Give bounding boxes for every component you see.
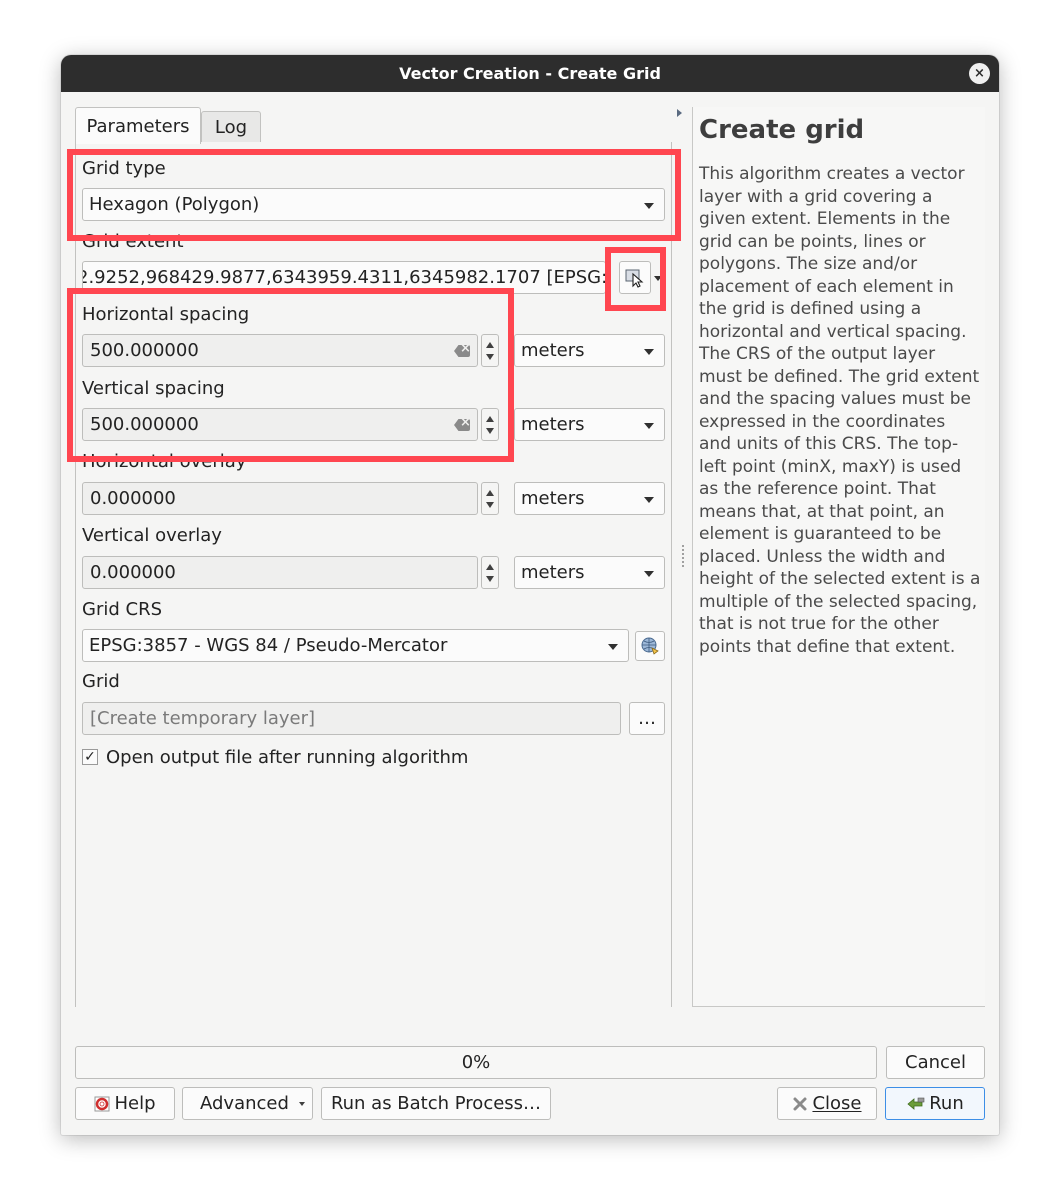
run-batch-button[interactable]: Run as Batch Process… [321, 1087, 551, 1120]
help-panel: Create grid This algorithm creates a vec… [692, 107, 985, 1007]
title-bar: Vector Creation - Create Grid [61, 55, 999, 92]
close-icon: × [974, 66, 985, 81]
horizontal-spacing-unit: meters [521, 340, 585, 361]
horizontal-overlay-value: 0.000000 [90, 488, 176, 509]
tab-parameters-label: Parameters [86, 115, 190, 137]
tab-parameters[interactable]: Parameters [75, 107, 201, 144]
chevron-down-icon [608, 644, 618, 650]
checkmark-icon: ✓ [84, 749, 96, 765]
help-lifebuoy-icon [94, 1096, 110, 1111]
chevron-down-icon [644, 423, 654, 429]
progress-bar: 0% [75, 1046, 877, 1079]
vertical-overlay-unit: meters [521, 562, 585, 583]
run-button[interactable]: Run [885, 1087, 985, 1120]
run-gear-arrow-icon [907, 1097, 925, 1110]
crs-globe-icon [641, 637, 659, 655]
close-button[interactable]: Close [777, 1087, 877, 1120]
grid-extent-value: 2.9252,968429.9877,6343959.4311,6345982.… [82, 267, 605, 288]
run-label: Run [929, 1093, 964, 1114]
progress-label: 0% [461, 1052, 491, 1073]
horizontal-overlay-input[interactable]: 0.000000 [82, 482, 478, 515]
cancel-button[interactable]: Cancel [886, 1046, 985, 1079]
close-window-button[interactable]: × [969, 63, 990, 84]
grid-crs-value: EPSG:3857 - WGS 84 / Pseudo-Mercator [89, 635, 448, 656]
help-text: This algorithm creates a vector layer wi… [699, 164, 981, 657]
advanced-button[interactable]: Advanced [182, 1087, 313, 1120]
horizontal-overlay-unit-combo[interactable]: meters [514, 482, 665, 515]
highlight-spacing [67, 288, 514, 462]
open-output-checkbox[interactable]: ✓ [82, 749, 98, 765]
grid-output-input[interactable]: [Create temporary layer] [82, 702, 621, 735]
open-output-label: Open output file after running algorithm [106, 747, 469, 768]
grid-output-label: Grid [82, 671, 120, 692]
vertical-overlay-value: 0.000000 [90, 562, 176, 583]
chevron-down-icon [644, 349, 654, 355]
grid-crs-combo[interactable]: EPSG:3857 - WGS 84 / Pseudo-Mercator [82, 629, 629, 662]
vertical-spacing-unit: meters [521, 414, 585, 435]
cancel-label: Cancel [905, 1052, 966, 1073]
collapse-arrow-icon[interactable] [677, 109, 682, 117]
close-icon [793, 1097, 807, 1110]
browse-output-label: … [638, 708, 656, 729]
vertical-overlay-label: Vertical overlay [82, 525, 222, 546]
chevron-down-icon [644, 571, 654, 577]
help-label: Help [114, 1093, 156, 1114]
close-label: Close [812, 1093, 862, 1114]
tab-log[interactable]: Log [201, 111, 261, 143]
chevron-down-icon [644, 497, 654, 503]
horizontal-spacing-unit-combo[interactable]: meters [514, 334, 665, 367]
splitter-handle[interactable] [682, 545, 684, 567]
help-button[interactable]: Help [75, 1087, 175, 1120]
highlight-grid-type [67, 149, 681, 241]
create-grid-dialog: Vector Creation - Create Grid × Paramete… [61, 55, 999, 1135]
grid-output-placeholder: [Create temporary layer] [90, 708, 316, 729]
vertical-overlay-unit-combo[interactable]: meters [514, 556, 665, 589]
vertical-spacing-unit-combo[interactable]: meters [514, 408, 665, 441]
select-crs-button[interactable] [635, 631, 665, 661]
grid-crs-label: Grid CRS [82, 599, 162, 620]
run-batch-label: Run as Batch Process… [330, 1093, 542, 1114]
menu-arrow-icon [299, 1102, 305, 1106]
help-title: Create grid [699, 115, 865, 145]
horizontal-overlay-spinner[interactable] [481, 482, 499, 515]
highlight-extent-button [605, 247, 666, 311]
horizontal-overlay-unit: meters [521, 488, 585, 509]
tab-log-label: Log [214, 117, 248, 138]
browse-output-button[interactable]: … [629, 702, 665, 735]
window-title: Vector Creation - Create Grid [399, 64, 661, 83]
advanced-label: Advanced [200, 1093, 289, 1114]
vertical-overlay-spinner[interactable] [481, 556, 499, 589]
vertical-overlay-input[interactable]: 0.000000 [82, 556, 478, 589]
